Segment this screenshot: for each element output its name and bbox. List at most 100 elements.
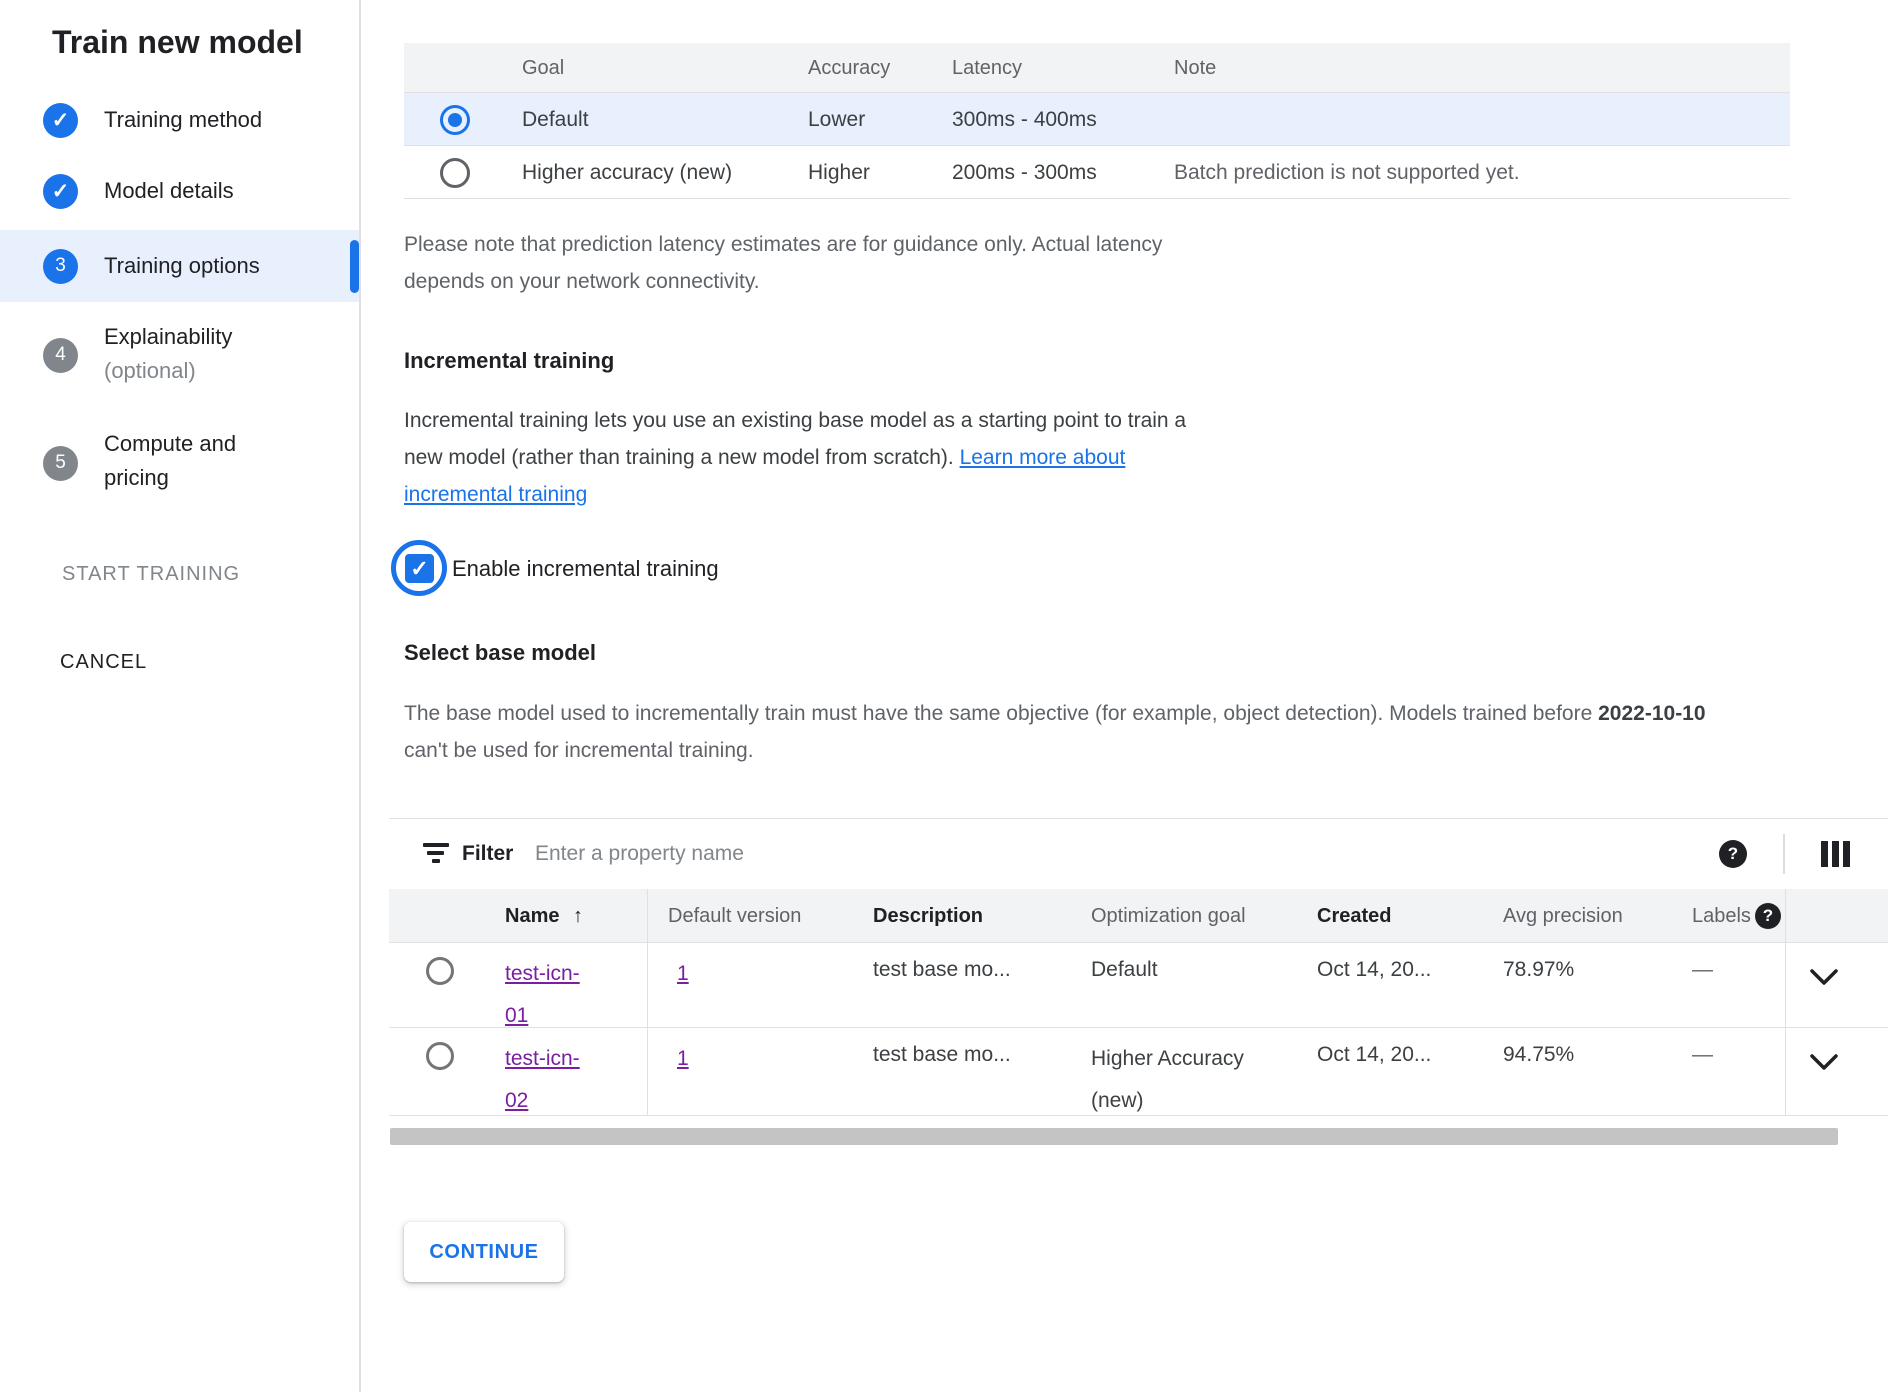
column-settings-icon[interactable] xyxy=(1821,841,1850,867)
scrollbar-thumb[interactable] xyxy=(390,1128,1838,1145)
radio-dot xyxy=(448,113,462,127)
model-radio-unselected[interactable] xyxy=(426,957,454,985)
note-column-header: Note xyxy=(1174,43,1216,93)
check-icon: ✓ xyxy=(52,181,70,202)
precision-cell: 94.75% xyxy=(1503,1043,1574,1067)
goal-cell: Higher Accuracy (new) xyxy=(1091,1038,1244,1122)
goal-cell: Default xyxy=(522,93,589,146)
sidebar-item-label[interactable]: Compute and xyxy=(104,431,236,457)
incremental-training-description: Incremental training lets you use an exi… xyxy=(404,402,1404,513)
sidebar-divider xyxy=(359,0,361,1392)
step-number-icon: 3 xyxy=(43,249,78,284)
latency-disclaimer-line2: depends on your network connectivity. xyxy=(404,270,760,293)
toolbar-divider xyxy=(1783,834,1785,874)
model-name-line1[interactable]: test-icn- xyxy=(505,962,580,985)
latency-disclaimer-text: Please note that prediction latency esti… xyxy=(404,226,1384,300)
start-training-button[interactable]: START TRAINING xyxy=(62,563,240,586)
sidebar-item-label-line2: pricing xyxy=(104,465,169,491)
labels-help-icon[interactable]: ? xyxy=(1755,903,1781,929)
incremental-desc-line1: Incremental training lets you use an exi… xyxy=(404,409,1186,432)
model-radio-unselected[interactable] xyxy=(426,1042,454,1070)
goal-line1: Higher Accuracy xyxy=(1091,1047,1244,1070)
base-model-desc-after: can't be used for incremental training. xyxy=(404,739,754,762)
model-name-line2[interactable]: 01 xyxy=(505,1004,528,1027)
radio-unselected[interactable] xyxy=(440,158,470,188)
expand-row-chevron-icon[interactable] xyxy=(1809,1053,1839,1076)
version-link[interactable]: 1 xyxy=(677,962,689,985)
created-cell: Oct 14, 20... xyxy=(1317,958,1431,982)
model-name-line1[interactable]: test-icn- xyxy=(505,1047,580,1070)
goal-cell: Higher accuracy (new) xyxy=(522,146,732,199)
column-divider xyxy=(647,889,648,1116)
precision-cell: 78.97% xyxy=(1503,958,1574,982)
train-new-model-page: Train new model ✓ Training method ✓ Mode… xyxy=(0,0,1896,1392)
radio-selected[interactable] xyxy=(440,105,470,135)
help-icon[interactable]: ? xyxy=(1719,840,1747,868)
sort-ascending-icon[interactable]: ↑ xyxy=(573,889,583,943)
base-model-description: The base model used to incrementally tra… xyxy=(404,695,1884,769)
goal-cell: Default xyxy=(1091,958,1158,982)
model-name-line2[interactable]: 02 xyxy=(505,1089,528,1112)
sidebar-item-label: Model details xyxy=(104,178,234,204)
page-title: Train new model xyxy=(52,24,303,61)
sidebar-item-label: Training method xyxy=(104,107,262,133)
step-done-icon: ✓ xyxy=(43,174,78,209)
continue-button[interactable]: CONTINUE xyxy=(404,1222,564,1282)
created-column-header: Created xyxy=(1317,889,1391,943)
step-number-icon: 5 xyxy=(43,446,78,481)
sidebar-item-sublabel: (optional) xyxy=(104,358,196,384)
goal-row-higher-accuracy[interactable]: Higher accuracy (new) Higher 200ms - 300… xyxy=(404,146,1790,199)
base-model-table: Filter ? Name ↑ Default version Descript… xyxy=(389,818,1888,1146)
check-icon: ✓ xyxy=(52,110,70,131)
model-row-test-icn-02[interactable]: test-icn-02 1 test base mo... Higher Acc… xyxy=(389,1028,1888,1116)
labels-column-header: Labels xyxy=(1692,889,1751,943)
latency-disclaimer-line1: Please note that prediction latency esti… xyxy=(404,233,1162,256)
base-model-desc-before: The base model used to incrementally tra… xyxy=(404,702,1598,725)
name-column-header[interactable]: Name xyxy=(505,889,559,943)
learn-more-link[interactable]: Learn more about xyxy=(960,446,1126,469)
goal-table: Goal Accuracy Latency Note Default Lower… xyxy=(404,43,1790,199)
accuracy-cell: Higher xyxy=(808,146,870,199)
version-cell[interactable]: 1 xyxy=(677,1038,689,1080)
sidebar-item-compute-pricing[interactable]: 5 xyxy=(43,445,78,481)
accuracy-cell: Lower xyxy=(808,93,865,146)
sidebar-item-training-options[interactable]: 3 Training options xyxy=(43,248,260,284)
filter-toolbar: Filter ? xyxy=(389,819,1888,889)
check-icon: ✓ xyxy=(410,556,428,582)
enable-incremental-label: Enable incremental training xyxy=(452,556,719,582)
note-cell: Batch prediction is not supported yet. xyxy=(1174,146,1520,199)
model-table-header: Name ↑ Default version Description Optim… xyxy=(389,889,1888,943)
learn-more-link-line2[interactable]: incremental training xyxy=(404,483,587,506)
filter-label: Filter xyxy=(462,819,513,889)
description-column-header: Description xyxy=(873,889,983,943)
cancel-button[interactable]: CANCEL xyxy=(60,651,147,674)
filter-input[interactable] xyxy=(535,836,1635,872)
incremental-training-heading: Incremental training xyxy=(404,348,614,374)
expand-row-chevron-icon[interactable] xyxy=(1809,968,1839,991)
latency-cell: 200ms - 300ms xyxy=(952,146,1097,199)
goal-row-default[interactable]: Default Lower 300ms - 400ms xyxy=(404,93,1790,146)
created-cell: Oct 14, 20... xyxy=(1317,1043,1431,1067)
goal-table-header: Goal Accuracy Latency Note xyxy=(404,43,1790,93)
model-name-link[interactable]: test-icn- 01 xyxy=(505,953,580,1037)
filter-icon xyxy=(423,843,449,865)
description-cell: test base mo... xyxy=(873,958,1011,982)
incremental-desc-line2: new model (rather than training a new mo… xyxy=(404,446,960,469)
version-column-header: Default version xyxy=(668,889,801,943)
goal-line2: (new) xyxy=(1091,1089,1144,1112)
sidebar-item-label[interactable]: Explainability xyxy=(104,324,232,350)
version-link[interactable]: 1 xyxy=(677,1047,689,1070)
labels-cell: — xyxy=(1692,1043,1713,1067)
version-cell[interactable]: 1 xyxy=(677,953,689,995)
sidebar-item-training-method[interactable]: ✓ Training method xyxy=(43,102,262,138)
labels-cell: — xyxy=(1692,958,1713,982)
horizontal-scrollbar xyxy=(389,1116,1888,1146)
step-number-icon: 4 xyxy=(43,338,78,373)
step-done-icon: ✓ xyxy=(43,103,78,138)
model-row-test-icn-01[interactable]: test-icn- 01 1 test base mo... Default Oc… xyxy=(389,943,1888,1028)
model-name-link[interactable]: test-icn- 02 xyxy=(505,1038,580,1122)
goal-column-header: Optimization goal xyxy=(1091,889,1246,943)
enable-incremental-checkbox[interactable]: ✓ xyxy=(405,554,434,583)
sidebar-item-explainability[interactable]: 4 xyxy=(43,337,78,373)
sidebar-item-model-details[interactable]: ✓ Model details xyxy=(43,173,234,209)
